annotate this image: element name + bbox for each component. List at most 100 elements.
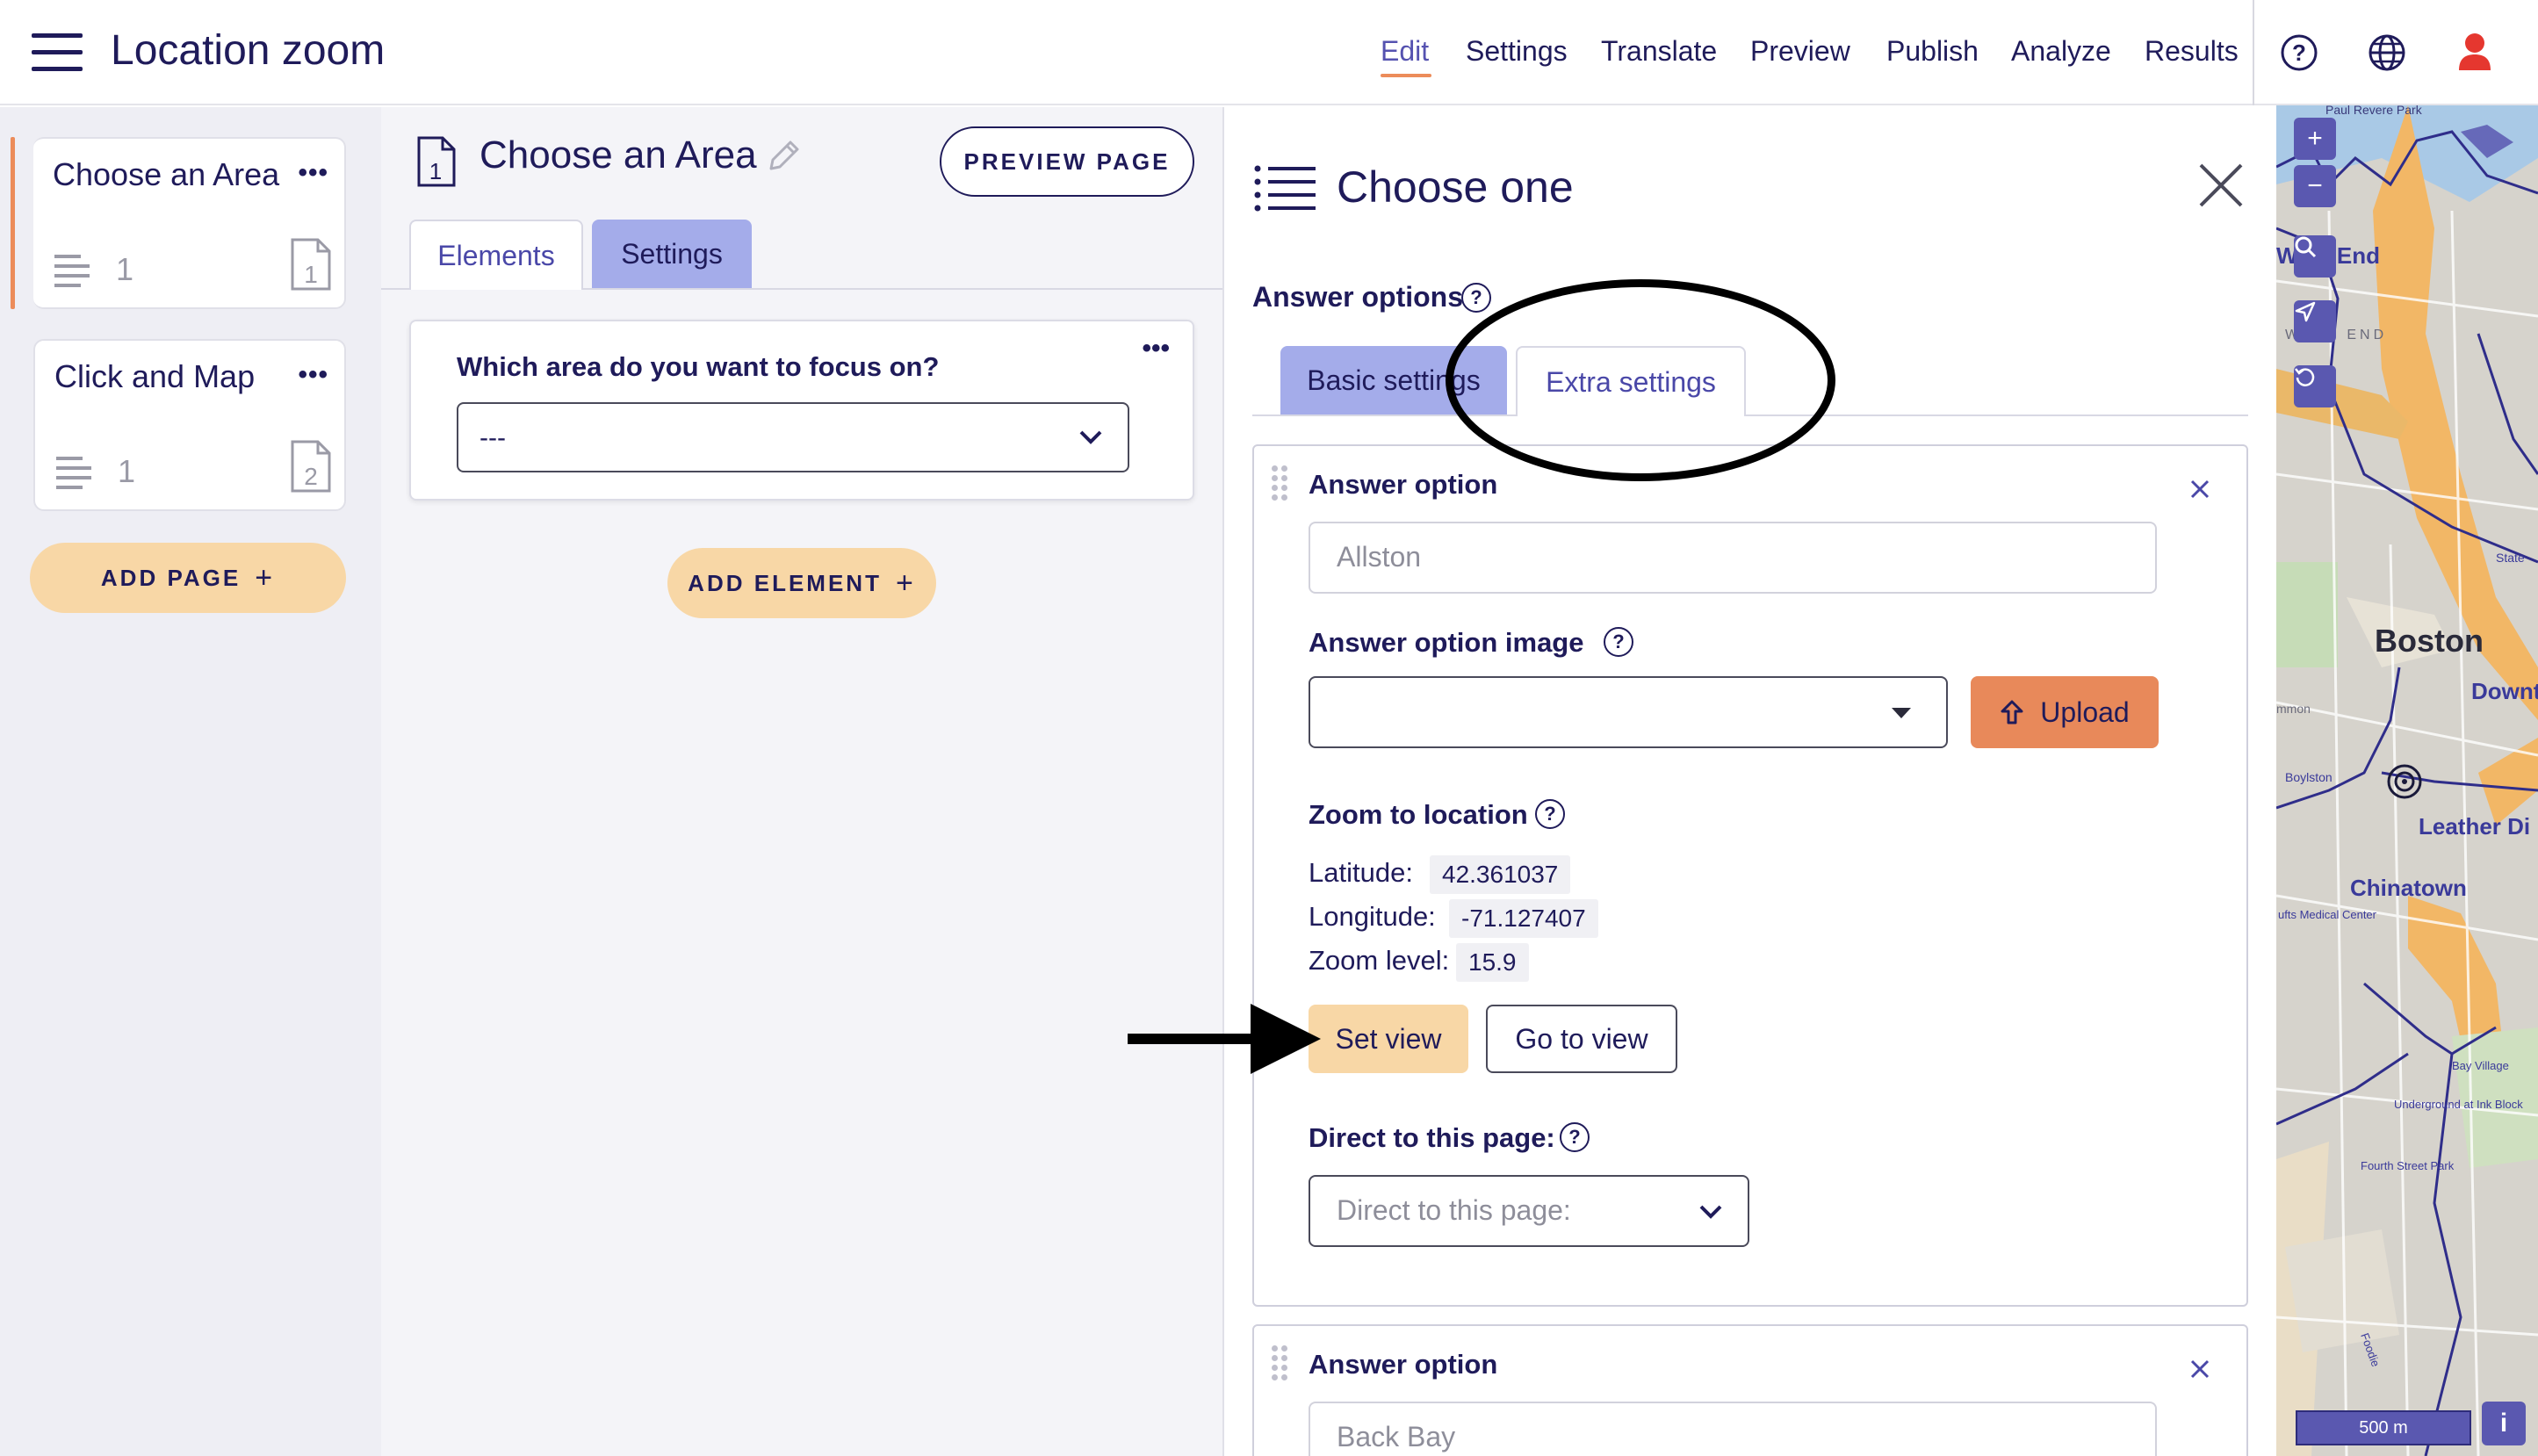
panel-title: Choose one <box>1337 162 1574 212</box>
upload-arrow-icon <box>2001 700 2023 724</box>
help-icon[interactable]: ? <box>1604 627 1633 657</box>
page-number-icon: 2 <box>291 440 331 493</box>
answer-option-input[interactable]: Back Bay <box>1309 1402 2157 1456</box>
map-label: Paul Revere Park <box>2325 105 2423 117</box>
nav-translate[interactable]: Translate <box>1601 35 1717 68</box>
answer-option-input[interactable]: Allston <box>1309 522 2157 594</box>
map-reset-icon[interactable] <box>2294 365 2336 407</box>
plus-icon: + <box>895 566 916 600</box>
page-card-title: Click and Map <box>54 358 256 394</box>
svg-text:?: ? <box>2292 40 2306 66</box>
remove-option-icon[interactable] <box>2187 476 2213 502</box>
add-page-button[interactable]: ADD PAGE + <box>30 543 346 613</box>
user-icon[interactable] <box>2455 32 2494 72</box>
nav-active-indicator <box>1381 74 1431 77</box>
header-divider <box>2253 0 2254 105</box>
zoom-level-label: Zoom level: <box>1309 945 1450 976</box>
more-options-icon[interactable]: ••• <box>1142 334 1170 364</box>
pages-sidebar <box>0 107 381 1456</box>
preview-page-button[interactable]: PREVIEW PAGE <box>940 126 1194 197</box>
answer-image-select[interactable] <box>1309 676 1948 748</box>
tab-extra-settings[interactable]: Extra settings <box>1516 346 1746 416</box>
help-icon[interactable]: ? <box>1461 283 1491 313</box>
map-zoom-out-button[interactable]: − <box>2294 165 2336 207</box>
remove-option-icon[interactable] <box>2187 1356 2213 1382</box>
map-view[interactable]: Paul Revere Park West End WEST END State… <box>2276 105 2538 1456</box>
tab-elements[interactable]: Elements <box>409 220 583 290</box>
direct-to-page-label: Direct to this page: <box>1309 1122 1555 1153</box>
help-icon[interactable]: ? <box>1535 799 1565 829</box>
map-label: Bay Village <box>2452 1059 2509 1072</box>
answer-option-value: Allston <box>1337 541 1422 573</box>
direct-to-page-placeholder: Direct to this page: <box>1337 1194 1571 1226</box>
element-count: 1 <box>118 453 136 489</box>
tabs-divider <box>1252 414 2248 416</box>
help-icon[interactable]: ? <box>1560 1122 1590 1152</box>
map-label: Boylston <box>2285 770 2333 784</box>
nav-preview[interactable]: Preview <box>1750 35 1850 68</box>
map-label: mmon <box>2276 702 2311 716</box>
upload-label: Upload <box>2040 696 2130 728</box>
drag-handle-icon[interactable] <box>1272 465 1291 509</box>
upload-button[interactable]: Upload <box>1971 676 2159 748</box>
answer-options-label: Answer options <box>1252 281 1464 313</box>
page-number-icon: 1 <box>291 238 331 291</box>
map-info-button[interactable]: i <box>2482 1402 2526 1445</box>
elements-list-icon <box>56 457 91 489</box>
answer-option-image-label: Answer option image <box>1309 627 1584 658</box>
latitude-row: Latitude: 42.361037 <box>1309 855 1571 894</box>
map-zoom-to-icon[interactable] <box>2294 235 2336 278</box>
map-scale-bar: 500 m <box>2296 1410 2471 1445</box>
page-card-1[interactable]: Choose an Area ••• 1 1 <box>33 137 346 309</box>
add-element-button[interactable]: ADD ELEMENT + <box>667 548 936 618</box>
latitude-label: Latitude: <box>1309 857 1413 888</box>
answer-option-card: Answer option Allston Answer option imag… <box>1252 444 2248 1307</box>
page-icon: 1 <box>417 136 456 187</box>
area-select-value: --- <box>479 423 506 452</box>
longitude-value: -71.127407 <box>1449 899 1598 938</box>
map-label: ufts Medical Center <box>2278 908 2377 921</box>
go-to-view-button[interactable]: Go to view <box>1486 1005 1677 1073</box>
area-select[interactable]: --- <box>457 402 1129 472</box>
answer-option-label: Answer option <box>1309 1349 1498 1380</box>
menu-icon[interactable] <box>32 32 83 74</box>
drag-handle-icon[interactable] <box>1272 1345 1291 1389</box>
tab-basic-settings[interactable]: Basic settings <box>1280 346 1507 414</box>
nav-analyze[interactable]: Analyze <box>2011 35 2111 68</box>
map-label: Underground at Ink Block <box>2394 1098 2523 1111</box>
map-label: Chinatown <box>2350 875 2467 901</box>
nav-publish[interactable]: Publish <box>1886 35 1979 68</box>
zoom-level-row: Zoom level: 15.9 <box>1309 943 1529 982</box>
map-label: State <box>2496 551 2525 565</box>
page-card-2[interactable]: Click and Map ••• 1 2 <box>33 339 346 511</box>
nav-results[interactable]: Results <box>2145 35 2239 68</box>
list-icon <box>1254 165 1316 212</box>
current-page-number: 1 <box>429 158 442 184</box>
set-view-button[interactable]: Set view <box>1309 1005 1468 1073</box>
map-locate-icon[interactable] <box>2294 300 2336 342</box>
question-card[interactable]: Which area do you want to focus on? ••• … <box>409 320 1194 501</box>
edit-pencil-icon[interactable] <box>764 137 803 176</box>
page-title: Choose an Area <box>479 133 757 177</box>
page-number: 2 <box>304 463 318 490</box>
help-icon[interactable]: ? <box>2280 33 2318 72</box>
direct-to-page-select[interactable]: Direct to this page: <box>1309 1175 1749 1247</box>
zoom-to-location-label: Zoom to location <box>1309 799 1528 830</box>
answer-option-card: Answer option Back Bay <box>1252 1324 2248 1456</box>
caret-down-icon <box>1892 708 1911 718</box>
plus-icon: + <box>255 560 276 595</box>
globe-icon[interactable] <box>2368 33 2406 72</box>
nav-edit[interactable]: Edit <box>1381 35 1429 68</box>
close-icon[interactable] <box>2197 162 2245 209</box>
more-options-icon[interactable]: ••• <box>298 158 328 188</box>
map-zoom-in-button[interactable]: + <box>2294 118 2336 160</box>
zoom-level-value: 15.9 <box>1456 943 1529 982</box>
more-options-icon[interactable]: ••• <box>298 360 328 390</box>
elements-list-icon <box>54 255 90 287</box>
longitude-label: Longitude: <box>1309 901 1436 932</box>
nav-settings[interactable]: Settings <box>1466 35 1568 68</box>
chevron-down-icon <box>1699 1205 1722 1219</box>
tab-settings[interactable]: Settings <box>592 220 752 288</box>
map-label: Downt <box>2471 678 2538 704</box>
answer-option-label: Answer option <box>1309 469 1498 500</box>
